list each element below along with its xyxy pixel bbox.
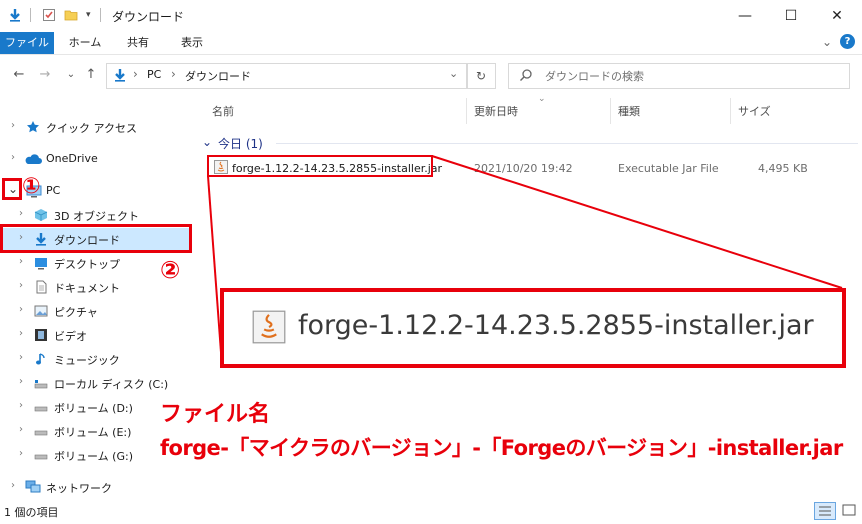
annotation-heading: ファイル名 [160,402,271,427]
annotation-filename-pattern: forge-「マイクラのバージョン」-「Forgeのバージョン」-install… [160,436,843,460]
zoom-file-name: forge-1.12.2-14.23.5.2855-installer.jar [298,310,814,341]
java-jar-icon [252,310,286,347]
zoom-callout: forge-1.12.2-14.23.5.2855-installer.jar [220,288,846,368]
